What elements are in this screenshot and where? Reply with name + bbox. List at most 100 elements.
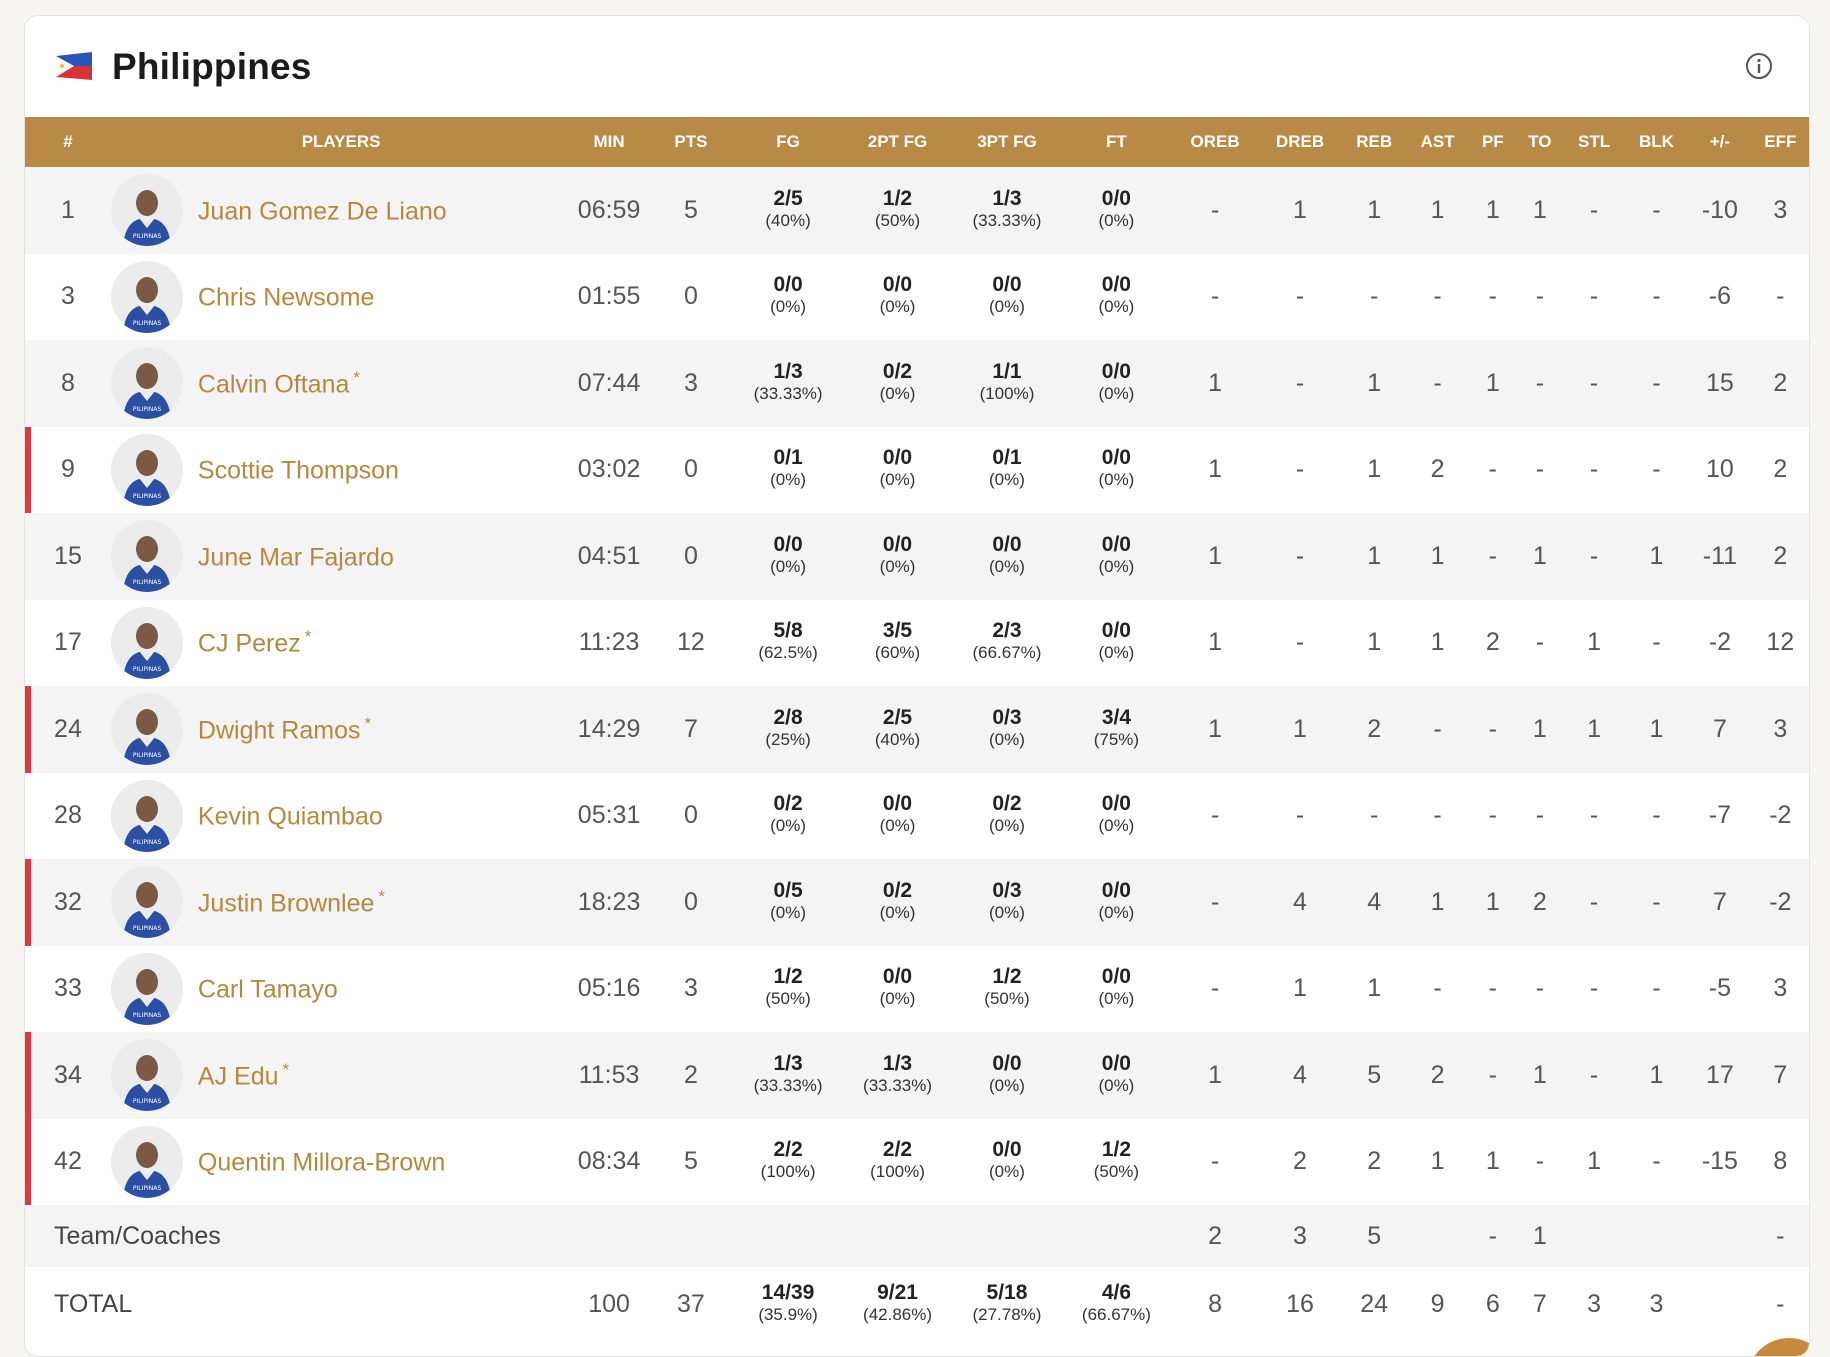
col-2pt-fg-header[interactable]: 2PT FG [841,117,954,167]
player-name-link[interactable]: Carl Tamayo [198,973,342,1004]
col-oreb-header[interactable]: OREB [1173,117,1258,167]
player-cell[interactable]: PILIPINAS June Mar Fajardo [110,513,571,600]
player-row[interactable]: 3 PILIPINAS Chris Newsome 01:55 0 0/0 (0%) 0/0(… [25,253,1809,341]
steals: - [1589,282,1599,311]
player-row[interactable]: 9 PILIPINAS Scottie Thompson 03:02 0 0/1 (0%) 0… [25,426,1809,514]
player-avatar[interactable]: PILIPINAS [110,174,183,247]
rebounds: - [1370,282,1379,311]
player-cell[interactable]: PILIPINAS Kevin Quiambao [110,773,571,860]
player-name-link[interactable]: Chris Newsome [198,281,378,312]
turnovers: 2 [1532,887,1547,916]
player-row[interactable]: 15 PILIPINAS June Mar Fajardo 04:51 0 0/0 (0%)… [25,513,1809,600]
player-name: Chris Newsome [197,283,375,312]
player-name-link[interactable]: Dwight Ramos * [198,714,371,745]
player-name-link[interactable]: Justin Brownlee * [198,887,385,918]
player-row[interactable]: 32 PILIPINAS Justin Brownlee * 18:23 0 0/5 (0%)… [25,859,1809,946]
col-3pt-fg-header[interactable]: 3PT FG [954,117,1060,167]
player-cell[interactable]: PILIPINAS Dwight Ramos * [110,686,571,773]
plus-minus: 7 [1712,887,1727,916]
player-avatar[interactable]: PILIPINAS [110,520,183,593]
col-players-header[interactable]: PLAYERS [111,117,571,167]
points: 5 [683,195,698,224]
percentage: (100%) [979,383,1035,403]
player-cell[interactable]: PILIPINAS Juan Gomez De Liano [110,167,571,254]
two-point-fg: 2/2 (100%) [841,1119,954,1206]
player-name-link[interactable]: Quentin Millora-Brown [198,1146,449,1177]
points: 0 [683,801,698,830]
col-ft-header[interactable]: FT [1060,117,1173,167]
player-name-link[interactable]: June Mar Fajardo [198,541,398,572]
player-name: Carl Tamayo [197,975,338,1004]
player-row[interactable]: 34 PILIPINAS AJ Edu * 11:53 2 1/3 (33.33%) 1/3 (3… [25,1032,1809,1119]
free-throws: 3/4 (75%) [1060,686,1173,773]
col-plus-minus-header[interactable]: +/- [1688,117,1751,167]
jersey-number: 33 [54,974,82,1003]
blocks: 3 [1649,1289,1664,1318]
col-reb-header[interactable]: REB [1342,117,1405,167]
player-cell[interactable]: PILIPINAS AJ Edu * [110,1032,571,1119]
player-avatar[interactable]: PILIPINAS [110,1125,183,1198]
player-avatar[interactable]: PILIPINAS [110,779,183,852]
col-to-header[interactable]: TO [1516,117,1563,167]
col-ast-header[interactable]: AST [1406,117,1469,167]
col-number-header[interactable]: # [25,117,111,167]
player-cell[interactable]: PILIPINAS Carl Tamayo [110,946,571,1033]
col-fg-header[interactable]: FG [735,117,841,167]
player-row[interactable]: 28 PILIPINAS Kevin Quiambao 05:31 0 0/2 (0%) 0/… [25,772,1809,860]
jersey-number: 42 [25,1119,111,1206]
rebounds: 1 [1367,455,1382,484]
player-name-link[interactable]: Juan Gomez De Liano [198,195,451,226]
player-cell[interactable]: PILIPINAS Calvin Oftana * [110,340,571,427]
col-dreb-header[interactable]: DREB [1258,117,1343,167]
svg-text:PILIPINAS: PILIPINAS [133,925,161,932]
player-name-link[interactable]: CJ Perez * [198,627,311,658]
player-cell[interactable]: PILIPINAS Scottie Thompson [110,427,571,514]
jersey-number: 8 [61,368,75,397]
col-pts-header[interactable]: PTS [647,117,735,167]
three-point-fg-value: 5/18 (27.78%) [972,1282,1041,1323]
col-stl-header[interactable]: STL [1563,117,1624,167]
rebounds: 1 [1367,195,1382,224]
player-row[interactable]: 24 PILIPINAS Dwight Ramos * 14:29 7 2/8 (25%) 2/… [25,686,1809,773]
player-row[interactable]: 17 PILIPINAS CJ Perez * 11:23 12 5/8 (62.5%) 3/5… [25,599,1809,687]
player-name-link[interactable]: AJ Edu * [198,1060,289,1091]
three-point-fg-value: 1/1 (100%) [980,361,1035,402]
player-cell[interactable]: PILIPINAS Justin Brownlee * [110,859,571,946]
player-row[interactable]: 1 PILIPINAS Juan Gomez De Liano 06:59 5 2/5 (4… [25,167,1809,254]
player-avatar[interactable]: PILIPINAS [110,260,183,333]
player-avatar[interactable]: PILIPINAS [110,606,183,679]
starter-marker: * [364,713,372,733]
defensive-rebounds: 3 [1293,1221,1307,1250]
player-cell[interactable]: PILIPINAS CJ Perez * [110,600,571,687]
player-name-link[interactable]: Kevin Quiambao [198,800,387,831]
player-avatar[interactable]: PILIPINAS [110,952,183,1025]
player-name-link[interactable]: Scottie Thompson [198,454,403,485]
info-icon[interactable] [1745,52,1773,80]
points: 37 [677,1289,705,1318]
col-blk-header[interactable]: BLK [1625,117,1688,167]
player-row[interactable]: 8 PILIPINAS Calvin Oftana * 07:44 3 1/3 (33.33%… [25,340,1809,427]
made-attempted: 2/3 [992,619,1022,643]
made-attempted: 0/2 [882,878,913,902]
player-name-link[interactable]: Calvin Oftana * [198,368,360,399]
three-point-fg-value: 2/3 (66.67%) [972,620,1041,661]
defensive-rebounds: 4 [1293,887,1307,916]
free-throws-value: 3/4 (75%) [1094,707,1139,748]
player-avatar[interactable]: PILIPINAS [110,866,183,939]
col-min-header[interactable]: MIN [571,117,647,167]
col-eff-header[interactable]: EFF [1752,117,1809,167]
personal-fouls: 1 [1485,887,1500,916]
minutes: 08:34 [577,1147,641,1176]
player-row[interactable]: 33 PILIPINAS Carl Tamayo 05:16 3 1/2 (50%) 0/0(… [25,945,1809,1033]
player-avatar[interactable]: PILIPINAS [110,433,183,506]
player-avatar[interactable]: PILIPINAS [110,693,183,766]
player-cell[interactable]: PILIPINAS Chris Newsome [110,254,571,341]
total-label: TOTAL [54,1289,133,1318]
player-row[interactable]: 42 PILIPINAS Quentin Millora-Brown 08:34 5 2/… [25,1118,1809,1206]
player-avatar[interactable]: PILIPINAS [110,1039,183,1112]
player-cell[interactable]: PILIPINAS Quentin Millora-Brown [110,1119,571,1206]
col-pf-header[interactable]: PF [1469,117,1516,167]
made-attempted: 0/0 [1101,186,1131,210]
field-goals: 2/8 (25%) [735,686,841,773]
player-avatar[interactable]: PILIPINAS [110,347,183,420]
